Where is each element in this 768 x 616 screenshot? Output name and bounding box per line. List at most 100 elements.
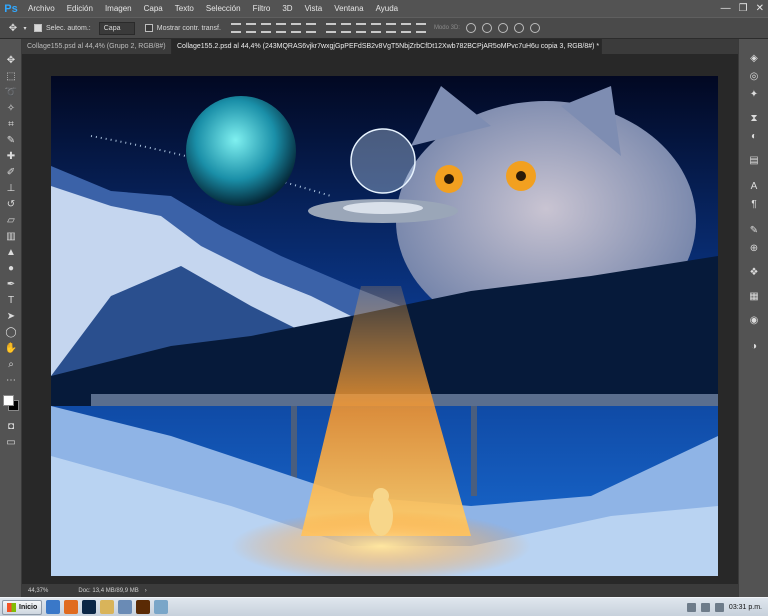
firefox-icon[interactable] (64, 600, 79, 614)
menu-filtro[interactable]: Filtro (247, 0, 277, 17)
channels-icon[interactable]: ◎ (746, 69, 762, 83)
zoom-icon[interactable]: ⌕ (3, 357, 19, 371)
lasso-icon[interactable]: ➰ (3, 85, 19, 99)
crop-icon[interactable]: ⌗ (3, 117, 19, 131)
illustrator-taskbar-icon[interactable] (136, 600, 151, 614)
explorer-icon[interactable] (46, 600, 61, 614)
tab-collage155-2[interactable]: Collage155.2.psd al 44,4% (243MQRAS6vjkr… (172, 39, 602, 54)
menu-texto[interactable]: Texto (169, 0, 200, 17)
libraries-icon[interactable]: ▤ (746, 153, 762, 167)
more-icon[interactable]: ⋯ (3, 373, 19, 387)
auto-align-icon[interactable] (415, 23, 426, 33)
menu-edicion[interactable]: Edición (61, 0, 99, 17)
tab-label: Collage155.psd al 44,4% (Grupo 2, RGB/8#… (27, 43, 166, 50)
roll-3d-icon[interactable] (481, 23, 492, 33)
layers-icon[interactable]: ◈ (746, 51, 762, 65)
distribute-top-icon[interactable] (325, 23, 336, 33)
image-viewer-icon[interactable] (154, 600, 169, 614)
photoshop-taskbar-icon[interactable] (82, 600, 97, 614)
type-icon[interactable]: T (3, 293, 19, 307)
align-hcenter-icon[interactable] (290, 23, 301, 33)
menu-capa[interactable]: Capa (138, 0, 169, 17)
align-left-icon[interactable] (275, 23, 286, 33)
shape-icon[interactable]: ◯ (3, 325, 19, 339)
styles-icon[interactable]: ◉ (746, 313, 762, 327)
screen-mode-icon[interactable]: ▭ (3, 435, 19, 449)
menu-archivo[interactable]: Archivo (22, 0, 61, 17)
quick-mask-icon[interactable]: ◘ (3, 419, 19, 433)
align-vcenter-icon[interactable] (245, 23, 256, 33)
scale-3d-icon[interactable] (529, 23, 540, 33)
eyedropper-icon[interactable]: ✎ (3, 133, 19, 147)
show-transform-checkbox[interactable] (144, 24, 153, 32)
distribute-bottom-icon[interactable] (355, 23, 366, 33)
menu-ayuda[interactable]: Ayuda (370, 0, 405, 17)
document-canvas[interactable] (51, 76, 718, 576)
orbit-3d-icon[interactable] (465, 23, 476, 33)
folder-icon[interactable] (100, 600, 115, 614)
start-button[interactable]: Inicio (2, 599, 43, 615)
distribute-hcenter-icon[interactable] (385, 23, 396, 33)
align-bottom-icon[interactable] (260, 23, 271, 33)
eraser-icon[interactable]: ▱ (3, 213, 19, 227)
move-tool-icon[interactable]: ✥ (6, 21, 20, 35)
panels-strip: ◈ ◎ ✦ ⧗ ◐ ▤ A ¶ ✎ ⊕ ❖ ▦ ◉ ◑ (738, 39, 768, 597)
distribute-left-icon[interactable] (370, 23, 381, 33)
paths-icon[interactable]: ✦ (746, 87, 762, 101)
clock[interactable]: 03:31 p.m. (729, 604, 762, 611)
clone-source-icon[interactable]: ⊕ (746, 241, 762, 255)
tab-collage155[interactable]: Collage155.psd al 44,4% (Grupo 2, RGB/8#… (22, 39, 172, 54)
path-select-icon[interactable]: ➤ (3, 309, 19, 323)
stamp-icon[interactable]: ⊥ (3, 181, 19, 195)
history-icon[interactable]: ⧗ (746, 111, 762, 125)
slide-3d-icon[interactable] (513, 23, 524, 33)
blur-icon[interactable]: ▲ (3, 245, 19, 259)
paragraph-icon[interactable]: ¶ (746, 197, 762, 211)
restore-button[interactable]: ❐ (739, 3, 748, 14)
dodge-icon[interactable]: ● (3, 261, 19, 275)
workspace (22, 54, 738, 584)
history-brush-icon[interactable]: ↺ (3, 197, 19, 211)
align-right-icon[interactable] (305, 23, 316, 33)
brush-icon[interactable]: ✐ (3, 165, 19, 179)
chevron-down-icon[interactable]: ▾ (22, 21, 28, 35)
distribute-vcenter-icon[interactable] (340, 23, 351, 33)
close-button[interactable]: ✕ (756, 3, 764, 14)
menu-seleccion[interactable]: Selección (200, 0, 247, 17)
distribute-right-icon[interactable] (400, 23, 411, 33)
3d-icon[interactable]: ❖ (746, 265, 762, 279)
auto-select-checkbox[interactable] (34, 24, 42, 32)
status-arrow-icon[interactable]: › (145, 588, 147, 594)
swatches-icon[interactable]: ▦ (746, 289, 762, 303)
menu-imagen[interactable]: Imagen (99, 0, 138, 17)
marquee-icon[interactable]: ⬚ (3, 69, 19, 83)
battery-icon[interactable] (714, 602, 724, 612)
start-label: Inicio (19, 603, 38, 611)
hand-icon[interactable]: ✋ (3, 341, 19, 355)
menu-vista[interactable]: Vista (299, 0, 329, 17)
minimize-button[interactable]: — (721, 3, 731, 14)
foreground-color-swatch[interactable] (3, 395, 14, 406)
zoom-level[interactable]: 44,37% (28, 588, 48, 594)
pen-icon[interactable]: ✒ (3, 277, 19, 291)
menu-3d[interactable]: 3D (276, 0, 298, 17)
app-icon[interactable] (118, 600, 133, 614)
move-icon[interactable]: ✥ (3, 53, 19, 67)
adjustments-icon[interactable]: ◐ (746, 129, 762, 143)
brush-preset-icon[interactable]: ✎ (746, 223, 762, 237)
align-top-icon[interactable] (230, 23, 241, 33)
properties-icon[interactable]: ◑ (746, 339, 762, 353)
magic-wand-icon[interactable]: ✧ (3, 101, 19, 115)
network-icon[interactable] (686, 602, 696, 612)
menu-ventana[interactable]: Ventana (328, 0, 369, 17)
auto-select-dropdown[interactable]: Capa (98, 21, 135, 35)
auto-select-label: Selec. autom.: (46, 24, 91, 32)
character-icon[interactable]: A (746, 179, 762, 193)
gradient-icon[interactable]: ▥ (3, 229, 19, 243)
healing-icon[interactable]: ✚ (3, 149, 19, 163)
menu-bar: Ps Archivo Edición Imagen Capa Texto Sel… (0, 0, 768, 17)
volume-icon[interactable] (700, 602, 710, 612)
align-controls (230, 23, 316, 33)
pan-3d-icon[interactable] (497, 23, 508, 33)
distribute-controls (325, 23, 426, 33)
